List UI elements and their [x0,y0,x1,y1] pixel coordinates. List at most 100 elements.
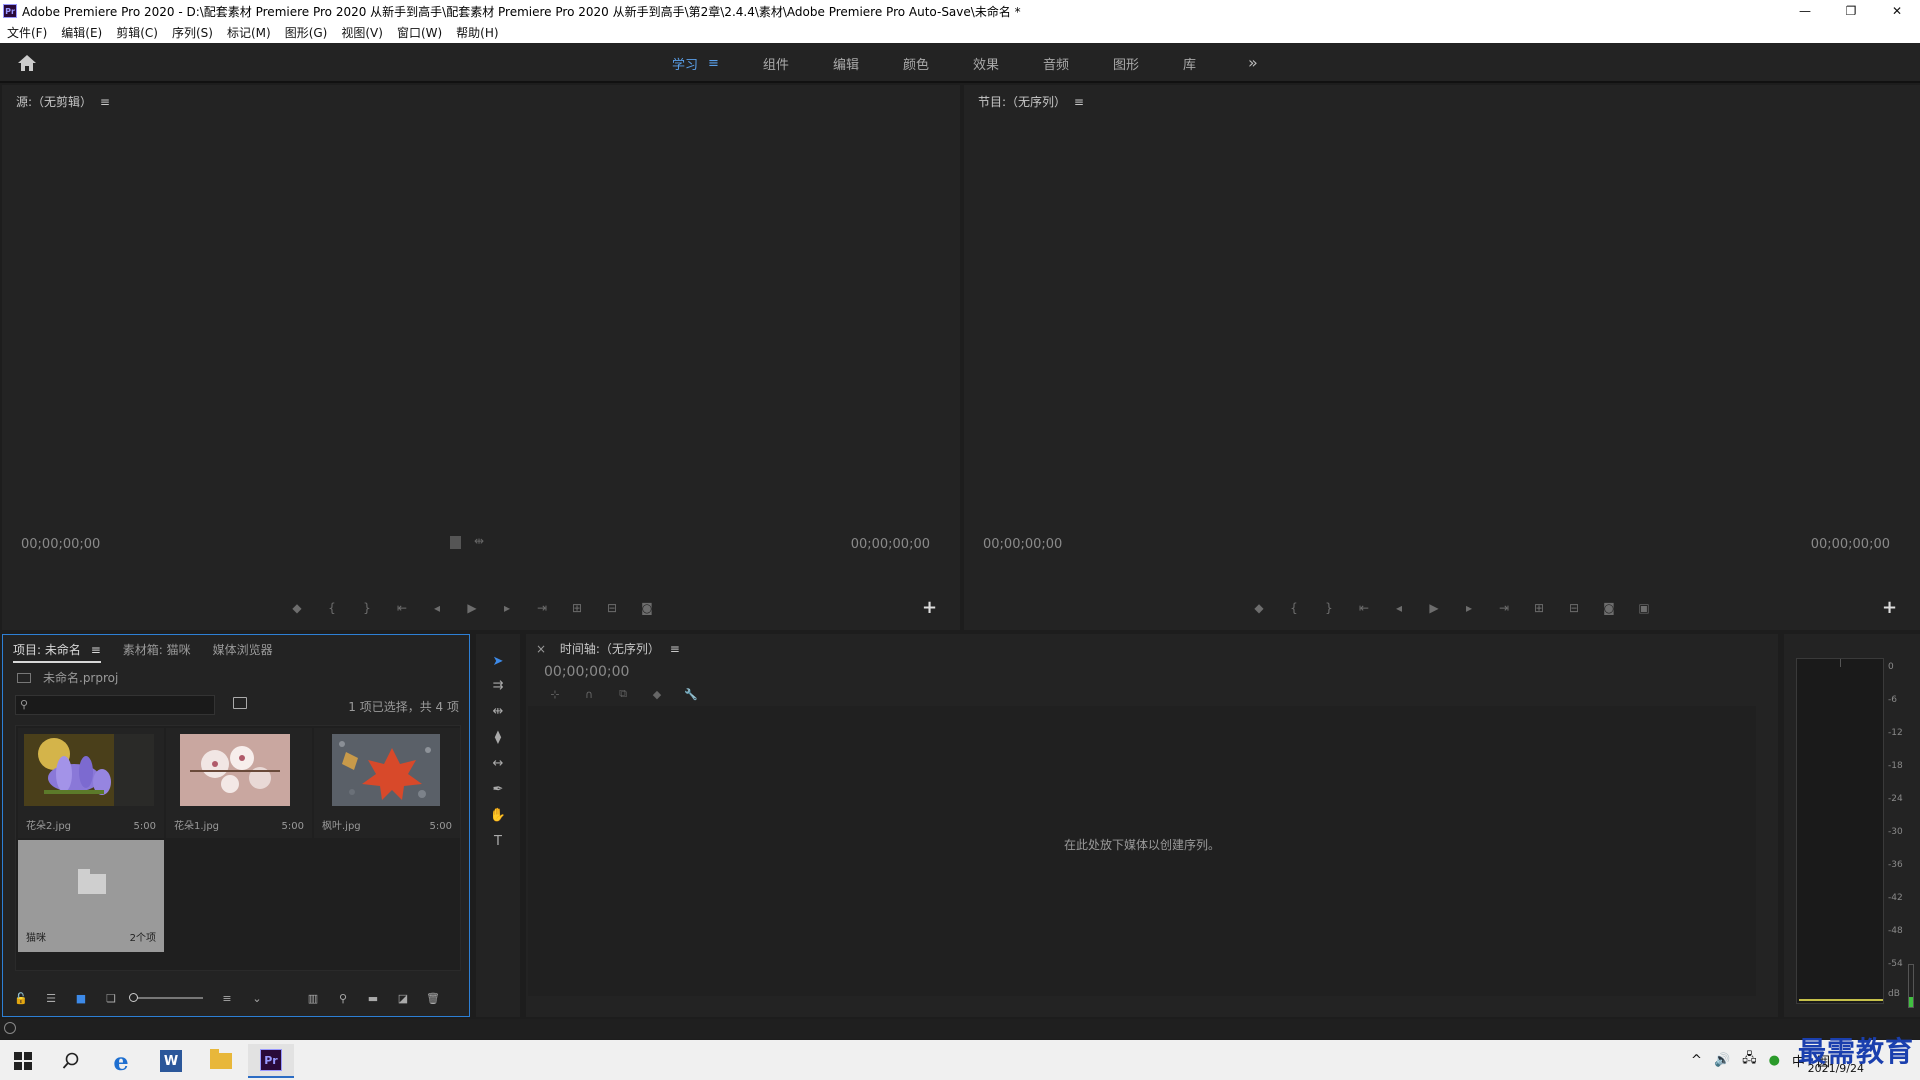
menu-edit[interactable]: 编辑(E) [61,24,102,41]
menu-graphics[interactable]: 图形(G) [285,24,328,41]
freeform-view-icon[interactable]: ❏ [103,991,119,1005]
tab-bin-cat[interactable]: 素材箱: 猫咪 [123,641,191,663]
home-icon[interactable] [16,53,38,73]
source-button-editor[interactable]: + [922,597,937,618]
nest-icon[interactable]: ⊹ [546,686,564,702]
snap-icon[interactable]: ∩ [580,686,598,702]
type-tool-icon[interactable]: T [489,832,507,850]
timeline-header[interactable]: × 时间轴:（无序列） ≡ [536,640,680,657]
slip-tool-icon[interactable]: ↔ [489,754,507,772]
mark-out-icon[interactable]: } [1320,599,1338,617]
source-playhead-timecode[interactable]: 00;00;00;00 [21,537,100,552]
go-to-out-icon[interactable]: ⇥ [533,599,551,617]
search-button[interactable] [48,1044,94,1078]
add-marker-icon[interactable]: ◆ [1250,599,1268,617]
track-select-tool-icon[interactable]: ⇉ [489,676,507,694]
mark-in-icon[interactable]: { [1285,599,1303,617]
mark-in-icon[interactable]: { [323,599,341,617]
timeline-timecode[interactable]: 00;00;00;00 [544,664,629,680]
step-back-icon[interactable]: ◂ [1390,599,1408,617]
menu-clip[interactable]: 剪辑(C) [116,24,158,41]
menu-help[interactable]: 帮助(H) [456,24,498,41]
panel-menu-icon[interactable]: ≡ [670,642,680,656]
volume-icon[interactable]: 🔊 [1714,1053,1730,1068]
taskbar-explorer[interactable] [198,1044,244,1078]
workspace-tab-editing[interactable]: 编辑 [833,54,859,73]
taskbar-word[interactable]: W [148,1044,194,1078]
linked-selection-icon[interactable]: ⧉ [614,686,632,702]
chevron-down-icon[interactable]: ⌄ [249,991,265,1005]
play-icon[interactable]: ▶ [1425,599,1443,617]
program-panel-header[interactable]: 节目:（无序列） ≡ [978,93,1084,110]
workspace-tab-graphics[interactable]: 图形 [1113,54,1139,73]
play-icon[interactable]: ▶ [463,599,481,617]
workspace-tab-learn[interactable]: 学习 ≡ [672,54,719,73]
bin-item[interactable]: 猫咪 2个项 [18,840,164,952]
selection-tool-icon[interactable]: ➤ [489,652,507,670]
sort-icon[interactable]: ≡ [219,991,235,1005]
export-frame-icon[interactable]: ◙ [1600,599,1618,617]
workspace-tab-audio[interactable]: 音频 [1043,54,1069,73]
new-search-bin-icon[interactable] [233,697,247,709]
program-button-editor[interactable]: + [1882,597,1897,618]
network-icon[interactable]: 🖧 [1742,1049,1757,1071]
pen-tool-icon[interactable]: ✒ [489,780,507,798]
trash-icon[interactable]: 🗑 [425,991,441,1005]
go-to-in-icon[interactable]: ⇤ [1355,599,1373,617]
taskbar-premiere[interactable]: Pr [248,1044,294,1078]
panel-menu-icon[interactable]: ≡ [1074,95,1084,109]
workspace-tab-assembly[interactable]: 组件 [763,54,789,73]
fit-zoom-icon[interactable] [450,536,461,549]
wrench-icon[interactable]: 🔧 [682,686,700,702]
menu-file[interactable]: 文件(F) [7,24,47,41]
go-to-out-icon[interactable]: ⇥ [1495,599,1513,617]
menu-window[interactable]: 窗口(W) [397,24,442,41]
tab-media-browser[interactable]: 媒体浏览器 [213,641,273,663]
razor-tool-icon[interactable]: ⧫ [489,728,507,746]
step-back-icon[interactable]: ◂ [428,599,446,617]
program-playhead-timecode[interactable]: 00;00;00;00 [983,537,1062,552]
hand-tool-icon[interactable]: ✋ [489,806,507,824]
panel-menu-icon[interactable]: ≡ [100,95,110,109]
panel-menu-icon[interactable]: ≡ [91,643,101,657]
minimize-button[interactable]: — [1782,0,1828,22]
status-icon[interactable] [4,1022,16,1034]
overwrite-icon[interactable]: ⊟ [603,599,621,617]
find-icon[interactable]: ⚲ [335,991,351,1005]
mark-out-icon[interactable]: } [358,599,376,617]
comparison-view-icon[interactable]: ▣ [1635,599,1653,617]
menu-sequence[interactable]: 序列(S) [172,24,213,41]
meter-level-bar[interactable] [1908,964,1914,1008]
lock-icon[interactable]: 🔓 [13,991,29,1005]
go-to-in-icon[interactable]: ⇤ [393,599,411,617]
automate-to-sequence-icon[interactable]: ▥ [305,991,321,1005]
resolution-icon[interactable]: ⇹ [474,534,484,548]
tray-expand-icon[interactable]: ^ [1691,1053,1702,1068]
close-button[interactable]: ✕ [1874,0,1920,22]
step-forward-icon[interactable]: ▸ [1460,599,1478,617]
project-item[interactable]: 枫叶.jpg 5:00 [314,728,460,838]
start-button[interactable] [0,1044,46,1078]
timeline-track-area[interactable]: 在此处放下媒体以创建序列。 [528,706,1756,996]
close-icon[interactable]: × [536,642,546,656]
new-bin-icon[interactable]: ▬ [365,991,381,1005]
workspace-tab-effects[interactable]: 效果 [973,54,999,73]
source-panel-header[interactable]: 源:（无剪辑） ≡ [16,93,110,110]
export-frame-icon[interactable]: ◙ [638,599,656,617]
new-item-icon[interactable]: ◪ [395,991,411,1005]
workspace-tab-color[interactable]: 颜色 [903,54,929,73]
project-item[interactable]: 花朵2.jpg 5:00 [18,728,164,838]
step-forward-icon[interactable]: ▸ [498,599,516,617]
menu-view[interactable]: 视图(V) [341,24,383,41]
thumbnail-zoom-slider[interactable] [129,993,203,1002]
security-icon[interactable]: ● [1769,1053,1780,1068]
add-marker-icon[interactable]: ◆ [648,686,666,702]
lift-icon[interactable]: ⊞ [1530,599,1548,617]
ripple-edit-tool-icon[interactable]: ⇹ [489,702,507,720]
slider-knob[interactable] [129,993,138,1002]
add-marker-icon[interactable]: ◆ [288,599,306,617]
tab-project[interactable]: 项目: 未命名 ≡ [13,641,101,663]
workspace-menu-icon[interactable]: ≡ [708,56,719,71]
project-item[interactable]: 花朵1.jpg 5:00 [166,728,312,838]
search-input[interactable] [36,696,211,714]
